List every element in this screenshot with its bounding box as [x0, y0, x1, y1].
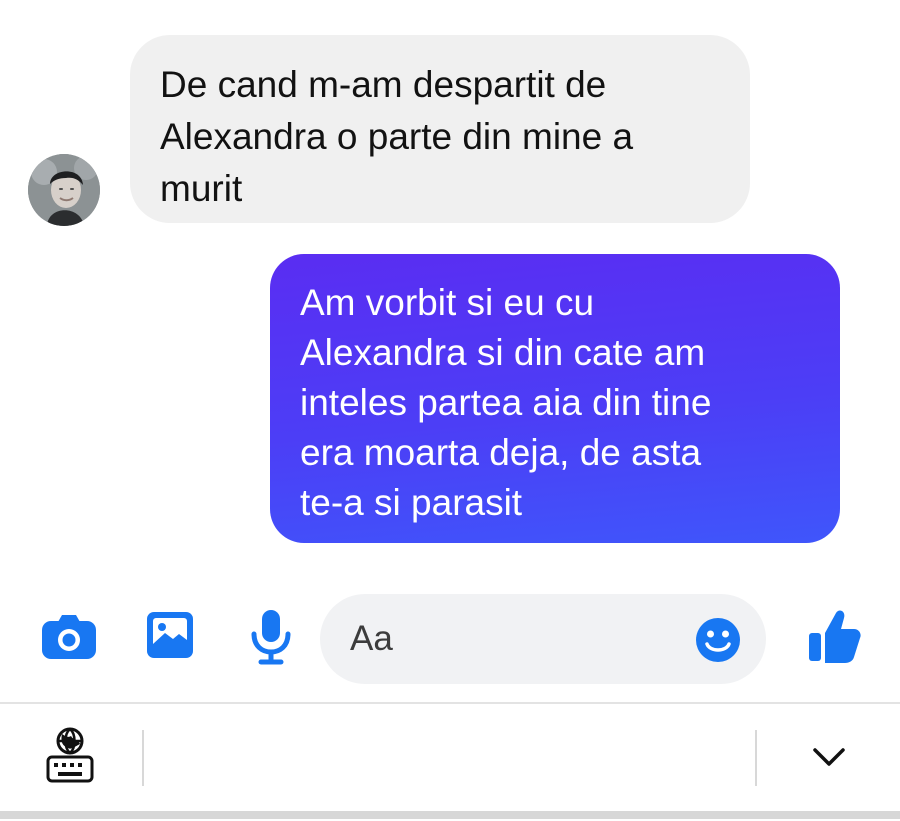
chevron-down-icon[interactable] [812, 746, 846, 768]
contact-avatar[interactable] [28, 154, 100, 226]
bottom-strip [0, 811, 900, 819]
keyboard-divider-left [142, 730, 144, 786]
message-input[interactable]: Aa [320, 594, 766, 684]
thumbs-up-icon[interactable] [806, 607, 862, 665]
message-input-placeholder: Aa [350, 619, 393, 658]
gallery-icon[interactable] [145, 610, 195, 660]
camera-icon[interactable] [40, 613, 98, 661]
contact-photo-icon [28, 154, 100, 226]
microphone-icon[interactable] [246, 608, 296, 666]
globe-keyboard-icon[interactable] [44, 726, 96, 784]
keyboard-divider-right [755, 730, 757, 786]
received-message-bubble[interactable]: De cand m-am despartit de Alexandra o pa… [130, 35, 750, 223]
keyboard-toolbar [0, 702, 900, 821]
sent-message-bubble[interactable]: Am vorbit si eu cu Alexandra si din cate… [270, 254, 840, 543]
emoji-icon[interactable] [694, 616, 742, 664]
